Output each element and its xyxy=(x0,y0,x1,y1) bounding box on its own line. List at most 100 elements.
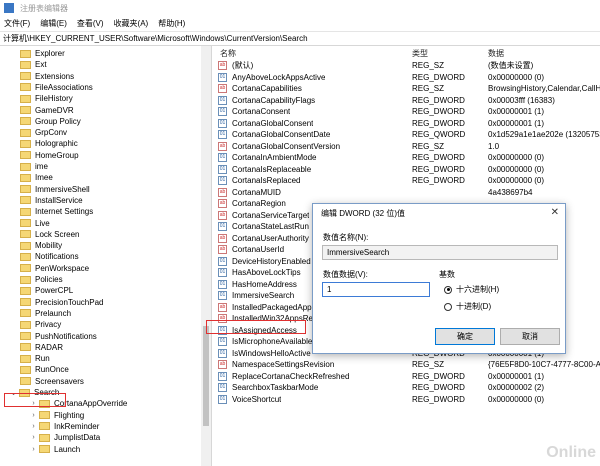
column-name-header[interactable]: 名称 xyxy=(220,48,236,59)
tree-item-grpconv[interactable]: GrpConv xyxy=(20,127,67,138)
tree-item-label: PenWorkspace xyxy=(35,263,90,273)
tree-item-screensavers[interactable]: Screensavers xyxy=(20,376,84,387)
tree-item-inkreminder[interactable]: › InkReminder xyxy=(30,421,99,432)
table-row[interactable]: 01 CortanaCapabilityFlags REG_DWORD 0x00003… xyxy=(216,95,600,106)
tree-item-runonce[interactable]: RunOnce xyxy=(20,364,69,375)
chevron-right-icon[interactable]: › xyxy=(30,434,37,441)
tree-item-prelaunch[interactable]: Prelaunch xyxy=(20,308,71,319)
tree-item-ime[interactable]: ime xyxy=(20,161,48,172)
hex-radio-label: 十六进制(H) xyxy=(456,285,500,294)
tree-item-label: Prelaunch xyxy=(35,308,72,318)
value-data-input[interactable]: 1 xyxy=(322,282,430,297)
folder-icon xyxy=(20,286,31,295)
tree-item-radar[interactable]: RADAR xyxy=(20,342,63,353)
tree-item-extensions[interactable]: Extensions xyxy=(20,71,74,82)
tree-item-run[interactable]: Run xyxy=(20,353,50,364)
value-name-label: 数值名称(N): xyxy=(323,233,369,242)
menu-favorites[interactable]: 收藏夹(A) xyxy=(114,18,149,29)
table-row[interactable]: ab NamespaceSettingsRevision REG_SZ {76E5F8… xyxy=(216,359,600,370)
tree-item-explorer[interactable]: Explorer xyxy=(20,48,65,59)
tree-item-notifications[interactable]: Notifications xyxy=(20,251,79,262)
cell-type: REG_DWORD xyxy=(412,72,465,82)
binary-value-icon: 01 xyxy=(218,176,227,185)
tree-item-jumplistdata[interactable]: › JumplistData xyxy=(30,432,100,443)
title-bar: 注册表编辑器 xyxy=(0,0,600,16)
menu-file[interactable]: 文件(F) xyxy=(4,18,30,29)
cell-name: NamespaceSettingsRevision xyxy=(232,360,335,369)
table-row[interactable]: 01 CortanaGlobalConsent REG_DWORD 0x0000000… xyxy=(216,118,600,129)
tree-item-penworkspace[interactable]: PenWorkspace xyxy=(20,263,89,274)
menu-help[interactable]: 帮助(H) xyxy=(158,18,185,29)
table-row[interactable]: ab CortanaCapabilities REG_SZ BrowsingHisto… xyxy=(216,83,600,94)
tree-item-live[interactable]: Live xyxy=(20,218,50,229)
table-row[interactable]: 01 SearchboxTaskbarMode REG_DWORD 0x0000000… xyxy=(216,382,600,393)
tree-item-group-policy[interactable]: Group Policy xyxy=(20,116,81,127)
folder-icon xyxy=(20,60,31,69)
tree-item-installservice[interactable]: InstallService xyxy=(20,195,83,206)
address-bar[interactable]: 计算机\HKEY_CURRENT_USER\Software\Microsoft… xyxy=(0,32,600,46)
chevron-right-icon[interactable]: › xyxy=(30,423,37,430)
table-row[interactable]: 01 CortanaGlobalConsentDate REG_QWORD 0x1d5… xyxy=(216,129,600,140)
tree-item-launch[interactable]: › Launch xyxy=(30,444,80,455)
value-name-field: ImmersiveSearch xyxy=(322,245,558,260)
table-row[interactable]: 01 CortanaIsReplaceable REG_DWORD 0x0000000… xyxy=(216,164,600,175)
tree-item-policies[interactable]: Policies xyxy=(20,274,63,285)
tree-item-label: Ext xyxy=(35,60,47,70)
table-row[interactable]: ab CortanaMUID 4a438697b4 xyxy=(216,187,600,198)
chevron-right-icon[interactable]: › xyxy=(30,412,37,419)
dec-radio[interactable]: 十进制(D) xyxy=(444,301,491,312)
table-row[interactable]: 01 CortanaIsReplaced REG_DWORD 0x00000000 (… xyxy=(216,175,600,186)
tree-item-immersiveshell[interactable]: ImmersiveShell xyxy=(20,184,90,195)
table-row[interactable]: 01 AnyAboveLockAppsActive REG_DWORD 0x00000… xyxy=(216,72,600,83)
tree-item-flighting[interactable]: › Flighting xyxy=(30,410,84,421)
search-highlight xyxy=(4,393,66,407)
close-icon[interactable]: ✕ xyxy=(551,207,559,218)
tree-item-powercpl[interactable]: PowerCPL xyxy=(20,285,73,296)
folder-icon xyxy=(20,173,31,182)
tree-item-fileassociations[interactable]: FileAssociations xyxy=(20,82,93,93)
tree-item-homegroup[interactable]: HomeGroup xyxy=(20,150,79,161)
cell-name: ImmersiveSearch xyxy=(232,291,295,300)
folder-icon xyxy=(20,72,31,81)
cell-name: AnyAboveLockAppsActive xyxy=(232,72,326,82)
cell-name: VoiceShortcut xyxy=(232,394,282,404)
cell-name: CortanaUserAuthority xyxy=(232,233,309,243)
tree-item-privacy[interactable]: Privacy xyxy=(20,319,61,330)
registry-tree: Explorer Ext Extensions FileAssociations Fil… xyxy=(0,46,212,466)
column-type-header[interactable]: 类型 xyxy=(412,48,428,59)
binary-value-icon: 01 xyxy=(218,291,227,300)
tree-item-label: GrpConv xyxy=(35,128,68,138)
tree-item-mobility[interactable]: Mobility xyxy=(20,240,62,251)
tree-item-precisiontouchpad[interactable]: PrecisionTouchPad xyxy=(20,297,103,308)
tree-item-ext[interactable]: Ext xyxy=(20,59,47,70)
table-row[interactable]: 01 VoiceShortcut REG_DWORD 0x00000000 (0) xyxy=(216,394,600,405)
folder-icon xyxy=(20,151,31,160)
tree-item-label: Holographic xyxy=(35,139,78,149)
hex-radio[interactable]: 十六进制(H) xyxy=(444,284,499,295)
menu-edit[interactable]: 编辑(E) xyxy=(40,18,67,29)
tree-item-gamedvr[interactable]: GameDVR xyxy=(20,105,74,116)
folder-icon xyxy=(20,230,31,239)
tree-item-filehistory[interactable]: FileHistory xyxy=(20,93,73,104)
table-row[interactable]: ab (默认) REG_SZ (数值未设置) xyxy=(216,60,600,71)
cell-data: 0x00003fff (16383) xyxy=(488,95,555,105)
cell-type: REG_SZ xyxy=(412,360,445,369)
cancel-button[interactable]: 取消 xyxy=(500,328,560,345)
cell-name: (默认) xyxy=(232,61,254,70)
table-row[interactable]: 01 CortanaConsent REG_DWORD 0x00000001 (1) xyxy=(216,106,600,117)
menu-view[interactable]: 查看(V) xyxy=(77,18,104,29)
tree-item-internet-settings[interactable]: Internet Settings xyxy=(20,206,93,217)
tree-item-pushnotifications[interactable]: PushNotifications xyxy=(20,331,97,342)
table-row[interactable]: ab CortanaGlobalConsentVersion REG_SZ 1.0 xyxy=(216,141,600,152)
tree-item-lock-screen[interactable]: Lock Screen xyxy=(20,229,79,240)
tree-item-holographic[interactable]: Holographic xyxy=(20,138,78,149)
chevron-right-icon[interactable]: › xyxy=(30,446,37,453)
tree-item-imee[interactable]: Imee xyxy=(20,172,53,183)
string-value-icon: ab xyxy=(218,84,227,93)
table-row[interactable]: 01 CortanaInAmbientMode REG_DWORD 0x0000000… xyxy=(216,152,600,163)
column-data-header[interactable]: 数据 xyxy=(488,48,504,59)
ok-button[interactable]: 确定 xyxy=(435,328,495,345)
tree-scrollbar[interactable] xyxy=(201,46,211,466)
table-row[interactable]: 01 ReplaceCortanaCheckRefreshed REG_DWORD 0… xyxy=(216,371,600,382)
tree-scrollbar-thumb[interactable] xyxy=(203,326,209,426)
